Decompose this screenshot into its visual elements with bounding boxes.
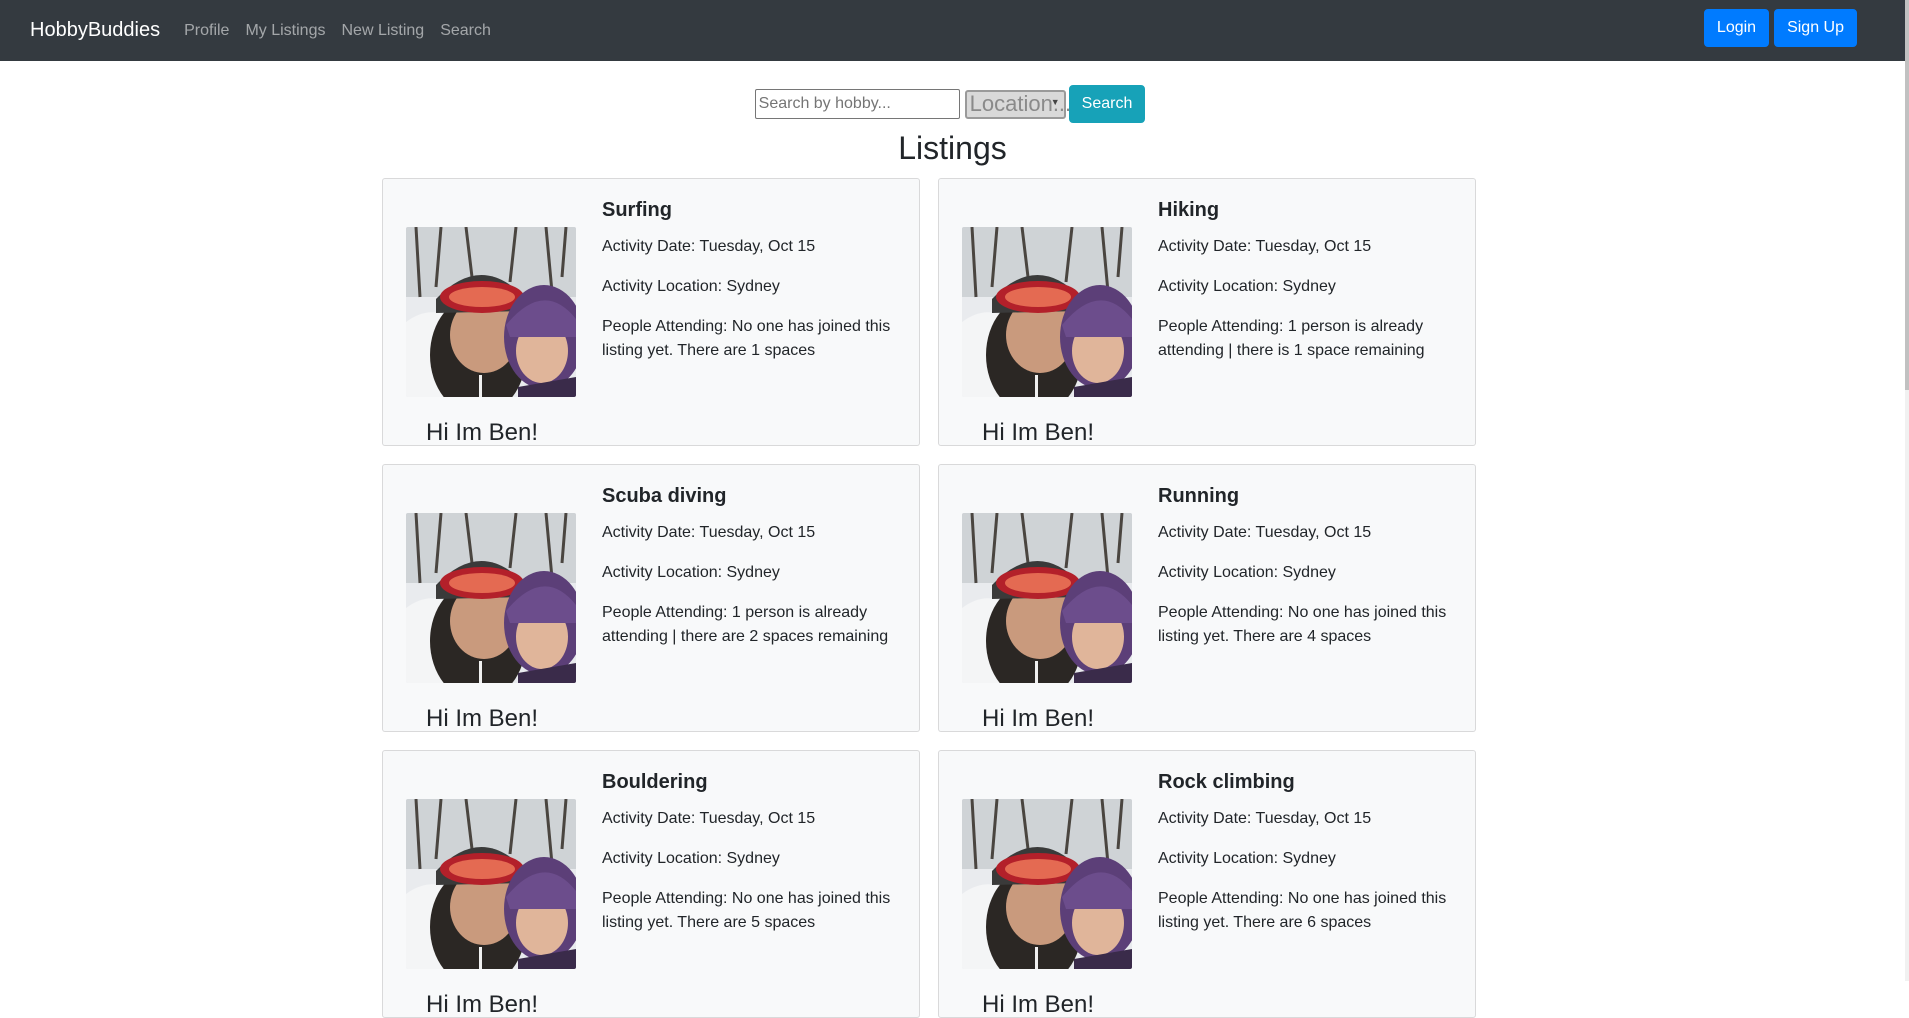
search-bar: Location... ▼ Search — [0, 85, 1905, 123]
field-label: People Attending: — [1158, 604, 1288, 621]
host-greeting: Hi Im Ben! — [982, 991, 1095, 1018]
field-value: Tuesday, Oct 15 — [1255, 524, 1372, 541]
field-label: Activity Date: — [602, 810, 700, 827]
activity-date: Activity Date: Tuesday, Oct 15 — [602, 521, 892, 545]
host-greeting: Hi Im Ben! — [426, 705, 539, 732]
people-attending: People Attending: No one has joined this… — [1158, 601, 1448, 649]
field-label: Activity Date: — [1158, 524, 1256, 541]
listing-card[interactable]: Hiking Activity Date: Tuesday, Oct 15 Ac… — [938, 178, 1476, 446]
search-button[interactable]: Search — [1068, 85, 1146, 123]
listing-title[interactable]: Surfing — [602, 199, 672, 222]
people-attending: People Attending: No one has joined this… — [1158, 887, 1448, 935]
field-value: Sydney — [1282, 564, 1336, 581]
field-label: Activity Location: — [1158, 278, 1283, 295]
field-value: Tuesday, Oct 15 — [1255, 238, 1372, 255]
host-greeting: Hi Im Ben! — [426, 991, 539, 1018]
activity-location: Activity Location: Sydney — [602, 275, 892, 299]
listing-card[interactable]: Rock climbing Activity Date: Tuesday, Oc… — [938, 750, 1476, 1018]
listing-card[interactable]: Running Activity Date: Tuesday, Oct 15 A… — [938, 464, 1476, 732]
field-label: People Attending: — [1158, 318, 1288, 335]
activity-date: Activity Date: Tuesday, Oct 15 — [1158, 521, 1448, 545]
profile-photo — [962, 799, 1132, 969]
field-value: Sydney — [1282, 278, 1336, 295]
hobby-search-input[interactable] — [754, 89, 960, 119]
field-value: Sydney — [726, 278, 780, 295]
profile-photo — [406, 513, 576, 683]
listing-title[interactable]: Hiking — [1158, 199, 1219, 222]
login-button[interactable]: Login — [1703, 9, 1770, 47]
host-greeting: Hi Im Ben! — [982, 705, 1095, 732]
field-label: Activity Location: — [1158, 850, 1283, 867]
search-form: Location... ▼ Search — [754, 85, 1146, 123]
field-label: Activity Date: — [1158, 810, 1256, 827]
activity-date: Activity Date: Tuesday, Oct 15 — [602, 235, 892, 259]
field-value: Tuesday, Oct 15 — [1255, 810, 1372, 827]
field-label: People Attending: — [1158, 890, 1288, 907]
profile-photo — [406, 227, 576, 397]
listing-card[interactable]: Bouldering Activity Date: Tuesday, Oct 1… — [382, 750, 920, 1018]
activity-date: Activity Date: Tuesday, Oct 15 — [1158, 807, 1448, 831]
chevron-down-icon: ▼ — [1050, 96, 1060, 107]
scrollbar[interactable] — [1905, 0, 1909, 981]
field-value: Sydney — [726, 850, 780, 867]
nav-link-my-listings[interactable]: My Listings — [245, 22, 325, 40]
page-title: Listings — [898, 130, 1007, 166]
activity-location: Activity Location: Sydney — [1158, 561, 1448, 585]
scrollbar-thumb[interactable] — [1905, 0, 1909, 390]
field-label: People Attending: — [602, 318, 732, 335]
people-attending: People Attending: No one has joined this… — [602, 315, 892, 363]
field-value: Tuesday, Oct 15 — [699, 810, 816, 827]
auth-buttons: Login Sign Up — [1703, 9, 1857, 47]
nav-link-profile[interactable]: Profile — [184, 22, 229, 40]
field-label: Activity Location: — [1158, 564, 1283, 581]
profile-photo — [962, 513, 1132, 683]
field-label: Activity Location: — [602, 850, 727, 867]
listing-title[interactable]: Rock climbing — [1158, 771, 1295, 794]
people-attending: People Attending: No one has joined this… — [602, 887, 892, 935]
listing-title[interactable]: Running — [1158, 485, 1239, 508]
listing-card[interactable]: Surfing Activity Date: Tuesday, Oct 15 A… — [382, 178, 920, 446]
navbar: HobbyBuddies Profile My Listings New Lis… — [0, 0, 1905, 61]
people-attending: People Attending: 1 person is already at… — [602, 601, 892, 649]
field-value: Tuesday, Oct 15 — [699, 238, 816, 255]
field-label: Activity Location: — [602, 564, 727, 581]
field-label: Activity Location: — [602, 278, 727, 295]
field-label: Activity Date: — [602, 524, 700, 541]
activity-location: Activity Location: Sydney — [1158, 275, 1448, 299]
people-attending: People Attending: 1 person is already at… — [1158, 315, 1448, 363]
signup-button[interactable]: Sign Up — [1774, 9, 1857, 47]
nav-link-search[interactable]: Search — [440, 22, 491, 40]
host-greeting: Hi Im Ben! — [982, 419, 1095, 446]
field-value: Sydney — [1282, 850, 1336, 867]
profile-photo — [962, 227, 1132, 397]
activity-date: Activity Date: Tuesday, Oct 15 — [602, 807, 892, 831]
brand-link[interactable]: HobbyBuddies — [30, 19, 160, 42]
listing-title[interactable]: Bouldering — [602, 771, 708, 794]
field-value: Sydney — [726, 564, 780, 581]
activity-date: Activity Date: Tuesday, Oct 15 — [1158, 235, 1448, 259]
listing-card[interactable]: Scuba diving Activity Date: Tuesday, Oct… — [382, 464, 920, 732]
location-select[interactable]: Location... ▼ — [964, 89, 1071, 119]
field-label: Activity Date: — [602, 238, 700, 255]
profile-photo — [406, 799, 576, 969]
activity-location: Activity Location: Sydney — [1158, 847, 1448, 871]
field-label: People Attending: — [602, 604, 732, 621]
field-label: Activity Date: — [1158, 238, 1256, 255]
field-value: Tuesday, Oct 15 — [699, 524, 816, 541]
host-greeting: Hi Im Ben! — [426, 419, 539, 446]
activity-location: Activity Location: Sydney — [602, 847, 892, 871]
activity-location: Activity Location: Sydney — [602, 561, 892, 585]
nav-link-new-listing[interactable]: New Listing — [341, 22, 424, 40]
field-label: People Attending: — [602, 890, 732, 907]
listing-title[interactable]: Scuba diving — [602, 485, 726, 508]
